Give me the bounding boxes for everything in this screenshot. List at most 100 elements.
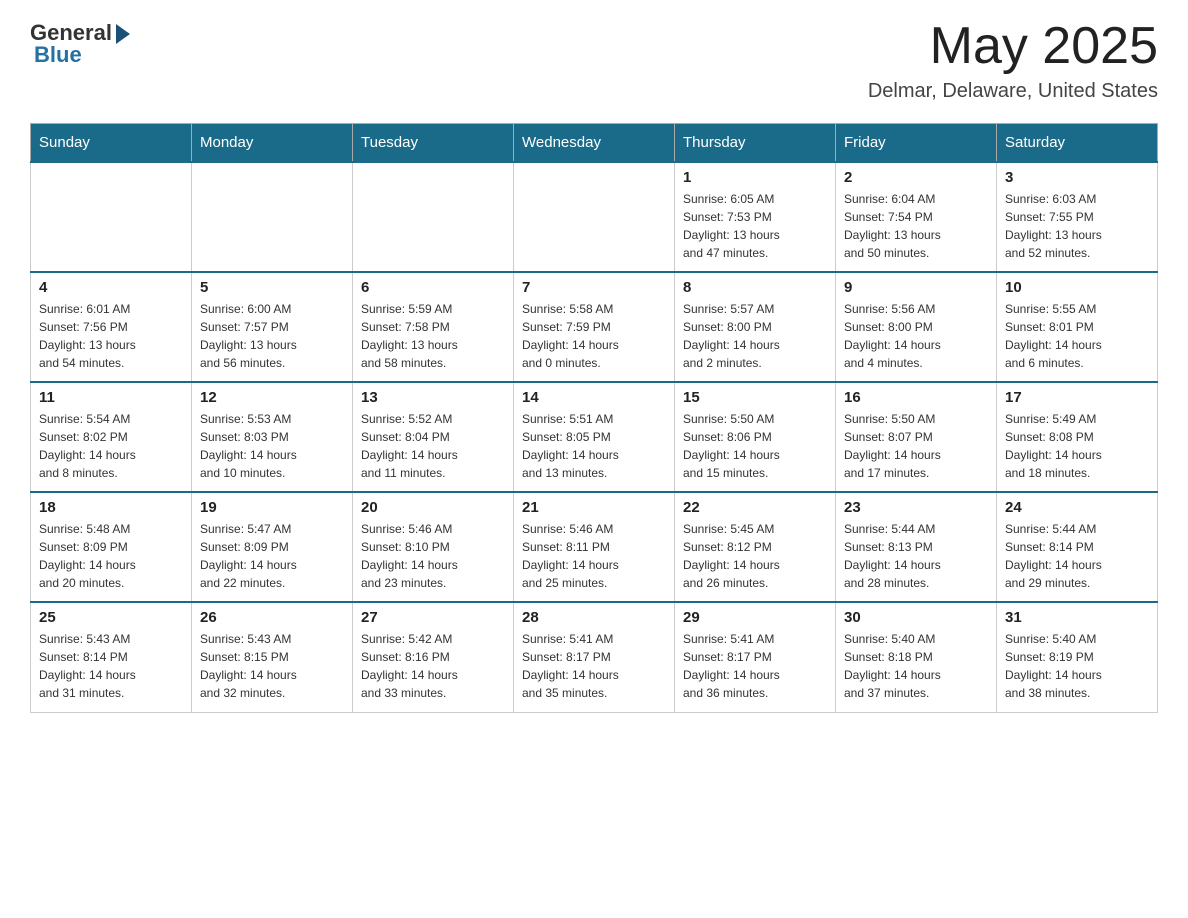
day-info: Sunrise: 5:43 AM Sunset: 8:14 PM Dayligh…: [39, 630, 183, 702]
table-cell: 30Sunrise: 5:40 AM Sunset: 8:18 PM Dayli…: [836, 602, 997, 712]
table-cell: 12 Sunrise: 5:53 AM Sunset: 8:03 PM Dayli…: [192, 382, 353, 492]
table-cell: [31, 162, 192, 272]
day-number: 4: [39, 279, 183, 296]
day-number: 22: [683, 499, 827, 516]
table-cell: 11 Sunrise: 5:54 AM Sunset: 8:02 PM Dayli…: [31, 382, 192, 492]
day-number: 29: [683, 609, 827, 626]
table-cell: 29 Sunrise: 5:41 AM Sunset: 8:17 PM Dayli…: [675, 602, 836, 712]
table-cell: [192, 162, 353, 272]
week-row-2: 4 Sunrise: 6:01 AM Sunset: 7:56 PM Daylig…: [31, 272, 1158, 382]
month-title: May 2025: [868, 20, 1158, 72]
table-cell: 18 Sunrise: 5:48 AM Sunset: 8:09 PM Dayli…: [31, 492, 192, 602]
day-info: Sunrise: 6:01 AM Sunset: 7:56 PM Dayligh…: [39, 300, 183, 372]
day-info: Sunrise: 5:58 AM Sunset: 7:59 PM Dayligh…: [522, 300, 666, 372]
col-thursday: Thursday: [675, 124, 836, 163]
table-cell: 5 Sunrise: 6:00 AM Sunset: 7:57 PM Daylig…: [192, 272, 353, 382]
day-number: 16: [844, 389, 988, 406]
table-cell: 2Sunrise: 6:04 AM Sunset: 7:54 PM Daylig…: [836, 162, 997, 272]
col-friday: Friday: [836, 124, 997, 163]
table-cell: 15 Sunrise: 5:50 AM Sunset: 8:06 PM Dayli…: [675, 382, 836, 492]
day-info: Sunrise: 5:57 AM Sunset: 8:00 PM Dayligh…: [683, 300, 827, 372]
day-info: Sunrise: 5:50 AM Sunset: 8:06 PM Dayligh…: [683, 410, 827, 482]
page-header: General Blue May 2025 Delmar, Delaware, …: [30, 20, 1158, 103]
logo-blue-text: Blue: [34, 42, 82, 68]
table-cell: 21 Sunrise: 5:46 AM Sunset: 8:11 PM Dayli…: [514, 492, 675, 602]
day-number: 17: [1005, 389, 1149, 406]
day-number: 23: [844, 499, 988, 516]
day-number: 3: [1005, 169, 1149, 186]
week-row-4: 18 Sunrise: 5:48 AM Sunset: 8:09 PM Dayli…: [31, 492, 1158, 602]
day-number: 1: [683, 169, 827, 186]
day-info: Sunrise: 5:53 AM Sunset: 8:03 PM Dayligh…: [200, 410, 344, 482]
table-cell: 13Sunrise: 5:52 AM Sunset: 8:04 PM Dayli…: [353, 382, 514, 492]
day-info: Sunrise: 6:00 AM Sunset: 7:57 PM Dayligh…: [200, 300, 344, 372]
table-cell: 16Sunrise: 5:50 AM Sunset: 8:07 PM Dayli…: [836, 382, 997, 492]
day-info: Sunrise: 5:41 AM Sunset: 8:17 PM Dayligh…: [683, 630, 827, 702]
table-cell: 27 Sunrise: 5:42 AM Sunset: 8:16 PM Dayli…: [353, 602, 514, 712]
col-sunday: Sunday: [31, 124, 192, 163]
day-info: Sunrise: 5:56 AM Sunset: 8:00 PM Dayligh…: [844, 300, 988, 372]
table-cell: 19 Sunrise: 5:47 AM Sunset: 8:09 PM Dayli…: [192, 492, 353, 602]
day-number: 12: [200, 389, 344, 406]
day-number: 10: [1005, 279, 1149, 296]
day-number: 14: [522, 389, 666, 406]
day-number: 15: [683, 389, 827, 406]
day-number: 5: [200, 279, 344, 296]
table-cell: 24 Sunrise: 5:44 AM Sunset: 8:14 PM Dayli…: [997, 492, 1158, 602]
day-number: 31: [1005, 609, 1149, 626]
day-number: 11: [39, 389, 183, 406]
day-info: Sunrise: 5:54 AM Sunset: 8:02 PM Dayligh…: [39, 410, 183, 482]
col-monday: Monday: [192, 124, 353, 163]
table-cell: 22Sunrise: 5:45 AM Sunset: 8:12 PM Dayli…: [675, 492, 836, 602]
day-info: Sunrise: 5:43 AM Sunset: 8:15 PM Dayligh…: [200, 630, 344, 702]
table-cell: 14 Sunrise: 5:51 AM Sunset: 8:05 PM Dayli…: [514, 382, 675, 492]
day-number: 19: [200, 499, 344, 516]
table-cell: 31 Sunrise: 5:40 AM Sunset: 8:19 PM Dayli…: [997, 602, 1158, 712]
day-info: Sunrise: 5:59 AM Sunset: 7:58 PM Dayligh…: [361, 300, 505, 372]
table-cell: 25 Sunrise: 5:43 AM Sunset: 8:14 PM Dayli…: [31, 602, 192, 712]
day-info: Sunrise: 5:55 AM Sunset: 8:01 PM Dayligh…: [1005, 300, 1149, 372]
day-number: 27: [361, 609, 505, 626]
logo: General Blue: [30, 20, 130, 68]
day-number: 28: [522, 609, 666, 626]
col-saturday: Saturday: [997, 124, 1158, 163]
day-info: Sunrise: 5:52 AM Sunset: 8:04 PM Dayligh…: [361, 410, 505, 482]
table-cell: 6 Sunrise: 5:59 AM Sunset: 7:58 PM Daylig…: [353, 272, 514, 382]
title-section: May 2025 Delmar, Delaware, United States: [868, 20, 1158, 103]
day-number: 6: [361, 279, 505, 296]
day-info: Sunrise: 5:40 AM Sunset: 8:19 PM Dayligh…: [1005, 630, 1149, 702]
day-info: Sunrise: 5:47 AM Sunset: 8:09 PM Dayligh…: [200, 520, 344, 592]
table-cell: 17Sunrise: 5:49 AM Sunset: 8:08 PM Dayli…: [997, 382, 1158, 492]
table-cell: 10 Sunrise: 5:55 AM Sunset: 8:01 PM Dayli…: [997, 272, 1158, 382]
day-info: Sunrise: 5:46 AM Sunset: 8:11 PM Dayligh…: [522, 520, 666, 592]
col-tuesday: Tuesday: [353, 124, 514, 163]
day-number: 9: [844, 279, 988, 296]
table-cell: 7Sunrise: 5:58 AM Sunset: 7:59 PM Daylig…: [514, 272, 675, 382]
day-number: 8: [683, 279, 827, 296]
table-cell: 3 Sunrise: 6:03 AM Sunset: 7:55 PM Daylig…: [997, 162, 1158, 272]
day-info: Sunrise: 5:48 AM Sunset: 8:09 PM Dayligh…: [39, 520, 183, 592]
day-number: 2: [844, 169, 988, 186]
day-info: Sunrise: 5:51 AM Sunset: 8:05 PM Dayligh…: [522, 410, 666, 482]
day-number: 20: [361, 499, 505, 516]
col-wednesday: Wednesday: [514, 124, 675, 163]
day-number: 21: [522, 499, 666, 516]
day-info: Sunrise: 6:05 AM Sunset: 7:53 PM Dayligh…: [683, 190, 827, 262]
week-row-5: 25 Sunrise: 5:43 AM Sunset: 8:14 PM Dayli…: [31, 602, 1158, 712]
table-cell: 9 Sunrise: 5:56 AM Sunset: 8:00 PM Daylig…: [836, 272, 997, 382]
table-cell: 4 Sunrise: 6:01 AM Sunset: 7:56 PM Daylig…: [31, 272, 192, 382]
day-info: Sunrise: 6:03 AM Sunset: 7:55 PM Dayligh…: [1005, 190, 1149, 262]
location-title: Delmar, Delaware, United States: [868, 80, 1158, 103]
day-number: 18: [39, 499, 183, 516]
table-cell: 28 Sunrise: 5:41 AM Sunset: 8:17 PM Dayli…: [514, 602, 675, 712]
day-info: Sunrise: 5:44 AM Sunset: 8:14 PM Dayligh…: [1005, 520, 1149, 592]
week-row-1: 1 Sunrise: 6:05 AM Sunset: 7:53 PM Daylig…: [31, 162, 1158, 272]
day-number: 30: [844, 609, 988, 626]
table-cell: 1 Sunrise: 6:05 AM Sunset: 7:53 PM Daylig…: [675, 162, 836, 272]
day-info: Sunrise: 5:42 AM Sunset: 8:16 PM Dayligh…: [361, 630, 505, 702]
day-number: 24: [1005, 499, 1149, 516]
table-cell: 23Sunrise: 5:44 AM Sunset: 8:13 PM Dayli…: [836, 492, 997, 602]
calendar-table: Sunday Monday Tuesday Wednesday Thursday…: [30, 123, 1158, 713]
day-number: 25: [39, 609, 183, 626]
day-info: Sunrise: 5:41 AM Sunset: 8:17 PM Dayligh…: [522, 630, 666, 702]
